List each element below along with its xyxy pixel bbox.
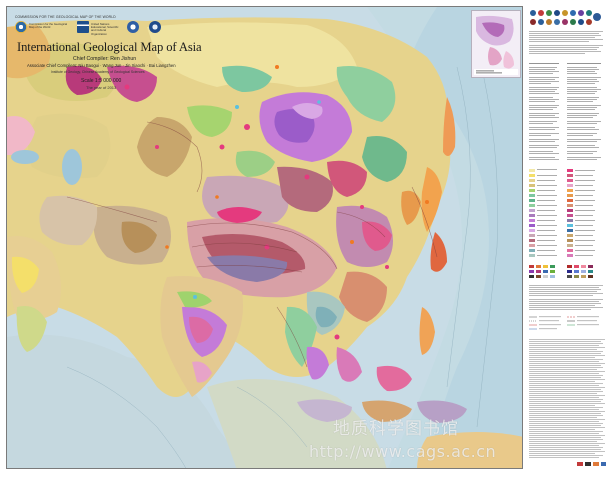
watermark: 地质科学图书馆 http://www.cags.ac.cn: [309, 414, 522, 468]
legend-canvas: [529, 10, 606, 466]
associate-compilers: Associate Chief Compilers: Niu Baogui · …: [27, 63, 176, 68]
map-year: The year of 2013: [86, 85, 117, 90]
cags-logo-icon: [127, 21, 139, 33]
inset-index-map[interactable]: [471, 10, 521, 78]
watermark-url: http://www.cags.ac.cn: [309, 442, 497, 461]
map-scale: Scale 1:5 000 000: [81, 78, 122, 84]
geological-map[interactable]: COMMISSION FOR THE GEOLOGICAL MAP OF THE…: [6, 6, 523, 469]
unesco-logo-text: United Nations Educational, Scientific a…: [91, 23, 119, 36]
watermark-chinese: 地质科学图书馆: [333, 419, 459, 439]
unesco-logo-icon: [77, 21, 89, 33]
map-legend[interactable]: [527, 7, 608, 475]
institute-name: Institute of Geology, Chinese Academy of…: [51, 70, 145, 74]
title-block: COMMISSION FOR THE GEOLOGICAL MAP OF THE…: [15, 15, 202, 109]
commission-strip: COMMISSION FOR THE GEOLOGICAL MAP OF THE…: [15, 15, 116, 19]
cgmw-logo-text: Commission for the Geological Map of the…: [29, 23, 68, 30]
map-title: International Geological Map of Asia: [17, 40, 202, 54]
sinoprobe-logo-icon: [149, 21, 161, 33]
cgmw-logo-icon: [15, 21, 27, 33]
logo-row: Commission for the Geological Map of the…: [15, 21, 175, 36]
map-sheet: COMMISSION FOR THE GEOLOGICAL MAP OF THE…: [0, 0, 610, 480]
legend-logos: [530, 10, 601, 25]
chief-compiler: Chief Compiler: Ren Jishun: [73, 56, 137, 62]
inset-canvas: [472, 11, 520, 77]
